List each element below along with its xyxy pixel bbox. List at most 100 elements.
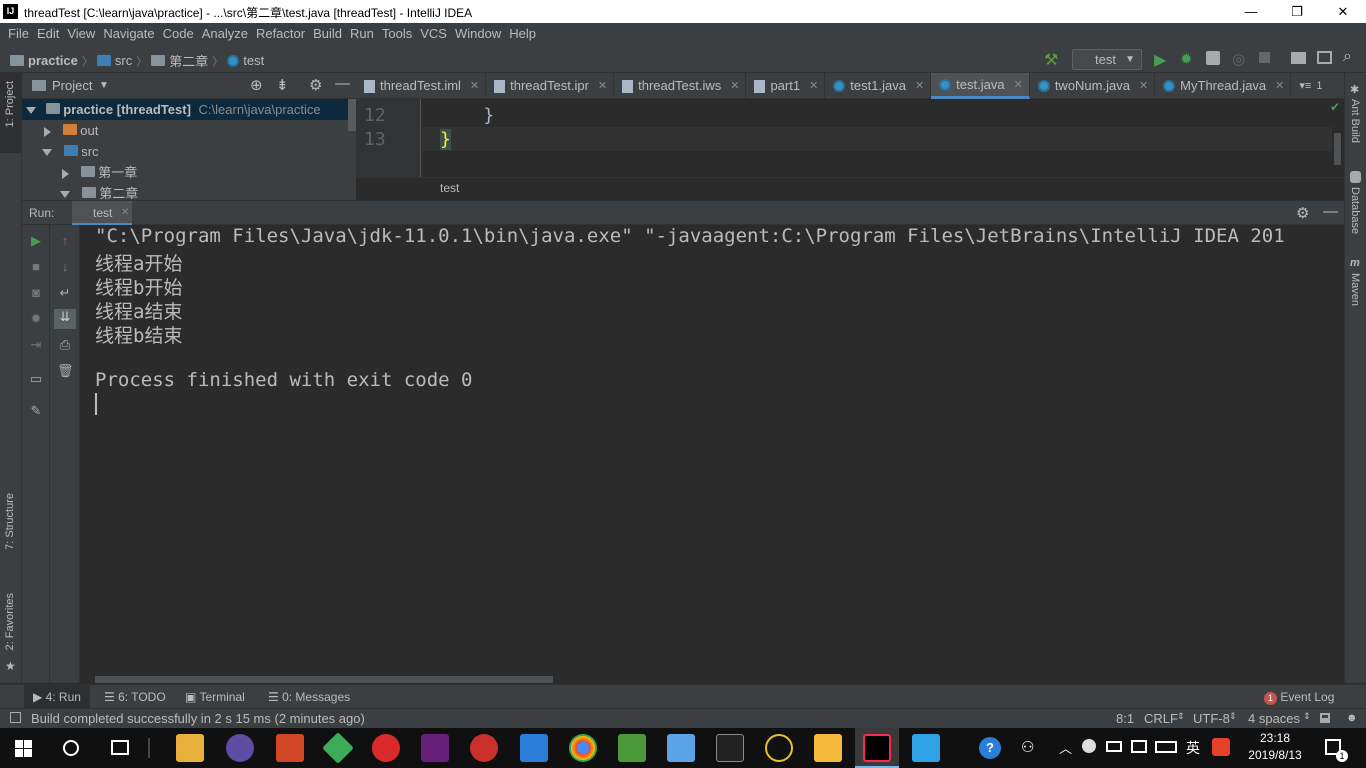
tool-window-favorites[interactable]: 2: Favorites	[4, 593, 16, 650]
close-button[interactable]: ✕	[1320, 0, 1366, 23]
arrow-up-icon[interactable]: ↑	[57, 233, 73, 249]
status-message[interactable]: Build completed successfully in 2 s 15 m…	[31, 711, 365, 726]
visual-studio-icon[interactable]	[421, 734, 449, 762]
hide-panel-icon[interactable]: —	[1323, 203, 1338, 220]
menu-window[interactable]: Window	[451, 23, 505, 45]
tool-window-database[interactable]: Database	[1349, 187, 1361, 234]
qq-icon[interactable]	[765, 734, 793, 762]
restore-button[interactable]: ❐	[1274, 0, 1320, 23]
indent-setting[interactable]: 4 spaces	[1248, 711, 1300, 726]
menu-help[interactable]: Help	[505, 23, 540, 45]
tree-scrollbar[interactable]	[348, 99, 356, 131]
tab-threadtest-ipr[interactable]: threadTest.ipr ✕	[486, 73, 615, 99]
tool-window-structure[interactable]: 7: Structure	[4, 493, 16, 550]
tree-item-package-2[interactable]: 第二章	[22, 183, 348, 200]
menu-file[interactable]: File	[4, 23, 33, 45]
layout-icon[interactable]	[1317, 51, 1332, 64]
tree-item-practice[interactable]: practice [threadTest] C:\learn\java\prac…	[22, 99, 348, 120]
tool-tab-run[interactable]: ▶ 4: Run	[24, 685, 90, 709]
debug-icon[interactable]: ✹	[28, 311, 44, 327]
app-diamond-icon[interactable]	[322, 732, 354, 764]
network-icon[interactable]	[1131, 740, 1147, 753]
close-tab-icon[interactable]: ✕	[915, 73, 924, 99]
exit-icon[interactable]: ⇥	[28, 337, 44, 353]
menu-view[interactable]: View	[63, 23, 99, 45]
run-config-selector[interactable]: test ▼	[1072, 49, 1142, 70]
editor-scrollbar[interactable]	[1334, 133, 1341, 165]
clock[interactable]: 23:18 2019/8/13	[1244, 731, 1306, 762]
menu-run[interactable]: Run	[346, 23, 378, 45]
stop-icon[interactable]: ■	[28, 259, 44, 275]
gear-icon[interactable]: ⚙	[1296, 204, 1309, 222]
close-tab-icon[interactable]: ✕	[470, 73, 479, 99]
pin-icon[interactable]: ✎	[28, 403, 44, 419]
dropdown-arrow-icon[interactable]: ▼	[99, 80, 109, 91]
menu-navigate[interactable]: Navigate	[99, 23, 158, 45]
coverage-icon[interactable]	[1206, 51, 1220, 65]
tool-tab-event-log[interactable]: 1 Event Log	[1264, 685, 1334, 709]
tool-window-project[interactable]: 1: Project	[0, 73, 22, 153]
menu-build[interactable]: Build	[309, 23, 346, 45]
camera-icon[interactable]: ◙	[28, 285, 44, 301]
file-encoding[interactable]: UTF-8	[1193, 711, 1230, 726]
taskbar-intellij-active[interactable]	[855, 728, 899, 768]
inspection-ok-icon[interactable]: ✔	[1330, 100, 1340, 114]
tool-window-maven[interactable]: Maven	[1349, 273, 1361, 306]
netease-music-icon[interactable]	[372, 734, 400, 762]
menu-tools[interactable]: Tools	[378, 23, 416, 45]
hide-panel-icon[interactable]: —	[335, 75, 350, 92]
tab-mythread-java[interactable]: MyThread.java ✕	[1155, 73, 1292, 99]
app-person-icon[interactable]	[520, 734, 548, 762]
stop-icon[interactable]	[1259, 52, 1270, 63]
app-w-icon[interactable]	[912, 734, 940, 762]
chevron-up-icon[interactable]: ︿	[1059, 738, 1072, 757]
file-explorer-icon[interactable]	[176, 734, 204, 762]
tree-item-src[interactable]: src	[22, 141, 348, 162]
locate-file-icon[interactable]: ⊕	[250, 76, 263, 94]
menu-edit[interactable]: Edit	[33, 23, 63, 45]
chrome-icon[interactable]	[569, 734, 597, 762]
minimize-button[interactable]: —	[1228, 0, 1274, 23]
print-icon[interactable]: ⎙	[57, 337, 73, 353]
windows-start-icon[interactable]	[15, 740, 32, 757]
tray-app-icon[interactable]	[1082, 739, 1096, 753]
app-cat-icon[interactable]	[226, 734, 254, 762]
collapse-arrow-icon[interactable]	[62, 168, 69, 179]
breadcrumb-class[interactable]: test	[243, 53, 264, 68]
caret-position[interactable]: 8:1	[1116, 711, 1134, 726]
soft-wrap-icon[interactable]: ↵	[57, 285, 73, 301]
app-dots-icon[interactable]	[470, 734, 498, 762]
tree-item-out[interactable]: out	[22, 120, 348, 141]
console-horizontal-scrollbar[interactable]	[95, 676, 553, 683]
app-bird-icon[interactable]	[667, 734, 695, 762]
arrow-down-icon[interactable]: ↓	[57, 259, 73, 275]
close-tab-icon[interactable]: ✕	[1139, 73, 1148, 99]
build-hammer-icon[interactable]: ⚒	[1044, 50, 1058, 70]
collapse-all-icon[interactable]: ⇟	[276, 76, 289, 94]
expand-arrow-icon[interactable]	[42, 149, 52, 157]
trash-icon[interactable]: 🗑	[57, 363, 74, 379]
tree-item-package-1[interactable]: 第一章	[22, 162, 348, 183]
ime-indicator[interactable]: 英	[1186, 738, 1200, 758]
tab-threadtest-iws[interactable]: threadTest.iws ✕	[614, 73, 747, 99]
menu-vcs[interactable]: VCS	[416, 23, 451, 45]
office-icon[interactable]	[276, 734, 304, 762]
gear-icon[interactable]: ⚙	[309, 76, 322, 94]
close-tab-icon[interactable]: ✕	[1275, 73, 1284, 99]
tab-overflow-button[interactable]: ▾≡ 1	[1291, 73, 1328, 99]
expand-arrow-icon[interactable]	[60, 191, 70, 199]
collapse-arrow-icon[interactable]	[44, 126, 51, 137]
editor-breadcrumb[interactable]: test	[440, 181, 459, 195]
task-view-icon[interactable]	[111, 740, 129, 755]
help-icon[interactable]: ?	[979, 737, 1001, 759]
project-structure-icon[interactable]	[1291, 52, 1306, 64]
tool-tab-messages[interactable]: ☰ 0: Messages	[268, 685, 350, 709]
app-notepad-icon[interactable]	[618, 734, 646, 762]
tab-test-java[interactable]: test.java ✕	[931, 73, 1030, 99]
layout-icon[interactable]: ▭	[28, 371, 44, 387]
tab-test1-java[interactable]: test1.java ✕	[825, 73, 932, 99]
search-icon[interactable]: ⌕	[1343, 48, 1352, 66]
profile-icon[interactable]: ◎	[1232, 50, 1245, 68]
menu-refactor[interactable]: Refactor	[252, 23, 309, 45]
close-tab-icon[interactable]: ✕	[598, 73, 607, 99]
